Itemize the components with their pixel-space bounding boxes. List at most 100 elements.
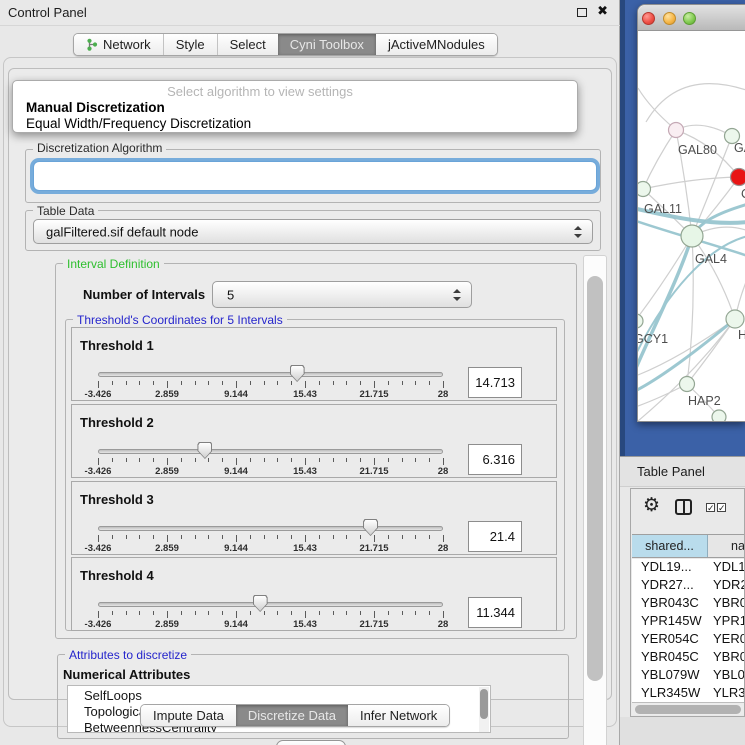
threshold-value-field[interactable]: 11.344: [468, 597, 522, 628]
network-node-hap2[interactable]: [680, 377, 695, 392]
node-label-c: C: [741, 187, 745, 201]
table-row-ydl19[interactable]: YDL19...YDL1: [632, 559, 744, 577]
checkbox-icon[interactable]: ✓: [717, 503, 726, 512]
right-bottom-background: [620, 717, 745, 745]
algorithm-combo[interactable]: [33, 161, 597, 191]
threshold-slider-thumb[interactable]: [253, 595, 268, 612]
algorithm-dropdown-popup: Select algorithm to view settings Manual…: [12, 80, 578, 133]
top-tab-bar: Network Style Select Cyni Toolbox jActiveMNo…: [73, 33, 498, 56]
algorithm-option-manual-discretization[interactable]: Manual Discretization: [26, 100, 165, 115]
tab-select[interactable]: Select: [217, 34, 278, 55]
table-header-name[interactable]: na: [709, 535, 744, 557]
cell-name: YBL0: [713, 667, 744, 682]
settings-scrollbar-thumb[interactable]: [587, 276, 603, 681]
threshold-slider-track[interactable]: [98, 602, 443, 607]
table-row-ypr145w[interactable]: YPR145WYPR1: [632, 613, 744, 631]
tab-style[interactable]: Style: [163, 34, 217, 55]
panel-title: Control Panel: [8, 5, 87, 20]
table-row-ybr045c[interactable]: YBR045CYBR0: [632, 649, 744, 667]
zoom-traffic-light-icon[interactable]: [683, 12, 696, 25]
threshold-label: Threshold 3: [80, 492, 154, 507]
threshold-slider-ticks: [98, 535, 443, 543]
threshold-value-field[interactable]: 21.4: [468, 521, 522, 552]
table-panel-title: Table Panel: [637, 464, 705, 479]
interval-definition-title: Interval Definition: [63, 257, 164, 271]
network-node[interactable]: [712, 410, 726, 421]
threshold-slider-track[interactable]: [98, 449, 443, 454]
float-window-icon[interactable]: [577, 8, 587, 17]
threshold-slider-thumb[interactable]: [290, 365, 305, 382]
combo-spinner-icon: [453, 289, 461, 301]
cell-shared-name: YLR345W: [641, 685, 700, 700]
cell-shared-name: YBL079W: [641, 667, 700, 682]
threshold-slider-thumb[interactable]: [197, 442, 212, 459]
threshold-value-field[interactable]: 6.316: [468, 444, 522, 475]
apply-button[interactable]: Apply: [276, 740, 346, 745]
threshold-box: Threshold 2 -3.4262.8599.14415.4321.7152…: [71, 404, 557, 478]
tab-label: Discretize Data: [248, 708, 336, 723]
combo-spinner-icon: [574, 226, 582, 238]
threshold-box: Threshold 3 -3.4262.8599.14415.4321.7152…: [71, 481, 557, 555]
algorithm-placeholder: Select algorithm to view settings: [13, 84, 507, 99]
table-header-shared[interactable]: shared...: [632, 535, 708, 557]
gear-icon[interactable]: ⚙: [643, 494, 660, 516]
attributes-scrollbar[interactable]: [479, 687, 489, 733]
network-node-gal80[interactable]: [669, 123, 684, 138]
threshold-slider-thumb[interactable]: [363, 519, 378, 536]
close-traffic-light-icon[interactable]: [642, 12, 655, 25]
settings-scrollbar[interactable]: [583, 255, 607, 745]
threshold-value-field[interactable]: 14.713: [468, 367, 522, 398]
network-canvas[interactable]: GAL80GACGAL11GAL4GCY1HHAP2: [638, 30, 745, 421]
screenshot-root: Control Panel ✖ Network Style Select Cyni T…: [0, 0, 745, 745]
cell-shared-name: YDL19...: [641, 559, 692, 574]
close-icon[interactable]: ✖: [597, 4, 608, 19]
table-hscrollbar[interactable]: [632, 702, 744, 715]
network-window-titlebar[interactable]: [638, 5, 745, 31]
attribute-item-selfloops[interactable]: SelfLoops: [68, 688, 490, 704]
attributes-group-title: Attributes to discretize: [65, 648, 191, 662]
threshold-box: Threshold 1 -3.4262.8599.14415.4321.7152…: [71, 327, 557, 401]
cell-name: YBR0: [713, 595, 744, 610]
tab-label: Network: [103, 37, 151, 52]
num-intervals-combo[interactable]: 5: [212, 281, 472, 308]
network-node-gcy1[interactable]: [638, 314, 643, 328]
network-node-h[interactable]: [726, 310, 744, 328]
threshold-slider-track[interactable]: [98, 526, 443, 531]
cell-shared-name: YPR145W: [641, 613, 702, 628]
network-node-c[interactable]: [731, 169, 745, 186]
tab-infer-network[interactable]: Infer Network: [348, 705, 449, 726]
num-intervals-label: Number of Intervals: [83, 287, 205, 302]
tab-network[interactable]: Network: [74, 34, 163, 55]
tab-impute-data[interactable]: Impute Data: [141, 705, 236, 726]
tab-label: Style: [176, 37, 205, 52]
table-row-ybr043c[interactable]: YBR043CYBR0: [632, 595, 744, 613]
algorithm-option-equal-width-frequency-discretization[interactable]: Equal Width/Frequency Discretization: [26, 116, 251, 131]
cell-name: YDR2: [713, 577, 744, 592]
tab-label: jActiveMNodules: [388, 37, 485, 52]
network-node-gal11[interactable]: [638, 182, 651, 197]
tab-jactivemnodules[interactable]: jActiveMNodules: [376, 34, 497, 55]
table-panel-titlebar: Table Panel: [620, 456, 745, 487]
network-node-gal4[interactable]: [681, 225, 703, 247]
table-row-ydr27[interactable]: YDR27...YDR2: [632, 577, 744, 595]
table-row-ybl079w[interactable]: YBL079W YBL0: [632, 667, 744, 685]
tab-cyni-toolbox[interactable]: Cyni Toolbox: [278, 34, 376, 55]
tab-label: Select: [230, 37, 266, 52]
checkbox-icon[interactable]: ✓: [706, 503, 715, 512]
threshold-slider-ticks: [98, 611, 443, 619]
node-label-ga: GA: [734, 141, 745, 155]
table-header-row: shared... na: [632, 534, 744, 558]
table-row-ylr345w[interactable]: YLR345WYLR3: [632, 685, 744, 702]
table-row-yer054c[interactable]: YER054CYER0: [632, 631, 744, 649]
node-label-h: H: [738, 328, 745, 342]
threshold-slider-track[interactable]: [98, 372, 443, 377]
tab-discretize-data[interactable]: Discretize Data: [236, 705, 348, 726]
node-label-hap2: HAP2: [688, 394, 721, 408]
node-label-gal80: GAL80: [678, 143, 717, 157]
split-view-icon[interactable]: [675, 499, 692, 515]
minimize-traffic-light-icon[interactable]: [663, 12, 676, 25]
cell-name: YER0: [713, 631, 744, 646]
table-hscrollbar-thumb[interactable]: [635, 705, 741, 714]
threshold-slider-ticks: [98, 381, 443, 389]
table-data-combo[interactable]: galFiltered.sif default node: [33, 219, 593, 244]
